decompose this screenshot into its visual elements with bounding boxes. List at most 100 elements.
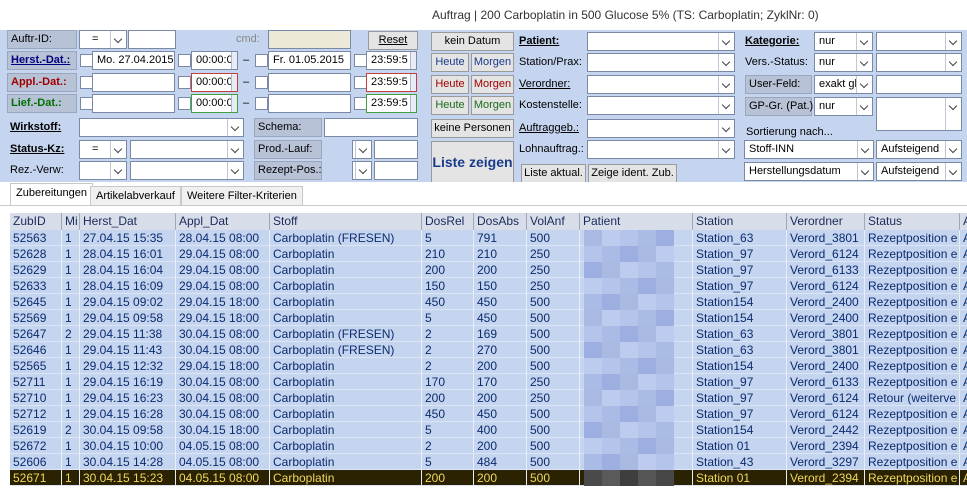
liste-aktual-button[interactable]: Liste aktual. [521,164,586,183]
table-row[interactable]: 52645 1 29.04.15 09:02 29.04.15 18:00 Carbop… [10,294,967,310]
prod-lauf-operator[interactable] [352,140,372,159]
lief-time-from[interactable]: 00:00:0 [191,94,238,113]
rezept-pos-operator[interactable] [352,161,372,180]
auftraggeb-select[interactable] [587,119,735,138]
rez-verw-select[interactable] [130,161,244,180]
vers-status-select[interactable] [876,53,962,72]
table-row[interactable]: 52710 1 29.04.15 16:23 30.04.15 08:00 Carbop… [10,390,967,406]
auftr-id-operator[interactable]: = [79,30,127,49]
column-header-herst-dat[interactable]: Herst_Dat [80,213,176,230]
lohnauftrag-select[interactable] [587,140,735,159]
appl-dat-from[interactable] [92,73,175,92]
heute-lief-button[interactable]: Heute [431,96,469,115]
user-feld-input[interactable] [876,75,962,94]
column-header-station[interactable]: Station [693,213,787,230]
appl-time-from[interactable]: 00:00:0 [191,73,238,92]
table-row[interactable]: 52647 2 29.04.15 11:38 30.04.15 08:00 Carbop… [10,326,967,342]
schema-input[interactable] [324,118,418,137]
tab-artikelabverkauf[interactable]: Artikelabverkauf [90,186,181,206]
patient-select[interactable] [587,32,735,51]
results-grid[interactable]: ZubID Mi Herst_Dat Appl_Dat Stoff DosRel DosAb… [10,213,967,490]
verordner-select[interactable] [587,75,735,94]
status-kz-select[interactable] [130,140,244,159]
lief-time-from-checkbox[interactable] [178,97,191,110]
wirkstoff-select[interactable] [79,118,244,137]
table-row[interactable]: 52628 1 28.04.15 16:01 29.04.15 08:00 Carbop… [10,246,967,262]
status-kz-operator[interactable]: = [79,140,127,159]
morgen-lief-button[interactable]: Morgen [471,96,514,115]
morgen-herst-button[interactable]: Morgen [471,53,514,72]
rezept-pos-input[interactable] [374,161,418,180]
gp-gr-mode[interactable]: nur [814,97,873,116]
herst-dat-label: Herst.-Dat.: [7,51,77,70]
appl-time-from-checkbox[interactable] [178,76,191,89]
prod-lauf-input[interactable] [374,140,418,159]
appl-dat-to[interactable] [268,73,351,92]
keine-personen-button[interactable]: keine Personen [431,119,514,138]
kategorie-mode[interactable]: nur [814,32,873,51]
kein-datum-button[interactable]: kein Datum [431,32,514,51]
lief-dat-to-checkbox[interactable] [255,97,268,110]
table-row[interactable]: 52711 1 29.04.15 16:19 30.04.15 08:00 Carbop… [10,374,967,390]
herst-time-from[interactable]: 00:00:0 [191,51,238,70]
appl-time-to[interactable]: 23:59:5 [366,73,417,92]
liste-zeigen-button[interactable]: Liste zeigen [431,141,514,183]
table-row[interactable]: 52712 1 29.04.15 16:28 30.04.15 08:00 Carbop… [10,406,967,422]
vers-status-mode[interactable]: nur [814,53,873,72]
lief-dat-to[interactable] [268,94,351,113]
table-row[interactable]: 52629 1 28.04.15 16:04 29.04.15 08:00 Carbop… [10,262,967,278]
patient-redaction-block [656,454,674,470]
reset-button[interactable]: Reset [368,31,418,50]
tab-zubereitungen[interactable]: Zubereitungen [10,183,93,206]
heute-appl-button[interactable]: Heute [431,75,469,94]
heute-herst-button[interactable]: Heute [431,53,469,72]
kategorie-select[interactable] [876,32,962,51]
herst-dat-to-checkbox[interactable] [255,54,268,67]
zeige-ident-zub-button[interactable]: Zeige ident. Zub. [588,164,677,183]
cell-mi: 1 [62,246,80,262]
herst-dat-from[interactable]: Mo. 27.04.2015 [92,51,175,70]
lief-time-to[interactable]: 23:59:5 [366,94,417,113]
column-header-patient[interactable]: Patient [580,213,693,230]
table-row[interactable]: 52565 1 29.04.15 12:32 29.04.15 18:00 Carbop… [10,358,967,374]
sort1-direction-select[interactable]: Aufsteigend [876,140,962,159]
lief-dat-from[interactable] [92,94,175,113]
cell-dosabs: 200 [474,438,527,454]
column-header-mi[interactable]: Mi [62,213,80,230]
column-header-status[interactable]: Status [865,213,960,230]
gp-gr-select[interactable] [876,97,962,131]
herst-time-to[interactable]: 23:59:5 [366,51,417,70]
user-feld-mode[interactable]: exakt gl [814,75,873,94]
sort1-field-select[interactable]: Stoff-INN [744,140,874,159]
table-row[interactable]: 52563 1 27.04.15 15:35 28.04.15 08:00 Carbop… [10,230,967,246]
herst-dat-to[interactable]: Fr. 01.05.2015 [268,51,351,70]
table-row[interactable]: 52646 1 29.04.15 11:43 30.04.15 08:00 Carbop… [10,342,967,358]
table-row[interactable]: 52606 1 30.04.15 14:28 04.05.15 08:00 Carbop… [10,454,967,470]
station-select[interactable] [587,53,735,72]
cmd-input[interactable] [268,30,351,49]
tab-weitere-filter[interactable]: Weitere Filter-Kriterien [181,186,303,206]
column-header-zubid[interactable]: ZubID [10,213,62,230]
kostenstelle-select[interactable] [587,96,735,115]
table-row[interactable]: 52619 2 30.04.15 09:58 30.04.15 18:00 Carbop… [10,422,967,438]
table-row[interactable]: 52569 1 29.04.15 09:58 29.04.15 18:00 Carbop… [10,310,967,326]
table-row[interactable]: 52671 1 30.04.15 15:23 04.05.15 08:00 Carbop… [10,470,967,486]
rez-verw-operator[interactable] [79,161,127,180]
column-header-volanf[interactable]: VolAnf [527,213,580,230]
appl-dat-to-checkbox[interactable] [255,76,268,89]
column-header-verordner[interactable]: Verordner [787,213,865,230]
table-row[interactable]: 52633 1 28.04.15 16:09 29.04.15 08:00 Carbop… [10,278,967,294]
cell-appl-dat: 29.04.15 08:00 [176,262,270,278]
table-row[interactable]: 52672 1 30.04.15 10:00 04.05.15 08:00 Carbop… [10,438,967,454]
cell-mi: 1 [62,358,80,374]
column-header-dosrel[interactable]: DosRel [422,213,474,230]
column-header-stoff[interactable]: Stoff [270,213,422,230]
column-header-extra[interactable]: A [960,213,967,230]
morgen-appl-button[interactable]: Morgen [471,75,514,94]
herst-time-from-checkbox[interactable] [178,54,191,67]
sort2-field-select[interactable]: Herstellungsdatum [744,162,874,181]
column-header-appl-dat[interactable]: Appl_Dat [176,213,270,230]
column-header-dosabs[interactable]: DosAbs [474,213,527,230]
auftr-id-input[interactable] [128,30,176,49]
sort2-direction-select[interactable]: Aufsteigend [876,162,962,181]
